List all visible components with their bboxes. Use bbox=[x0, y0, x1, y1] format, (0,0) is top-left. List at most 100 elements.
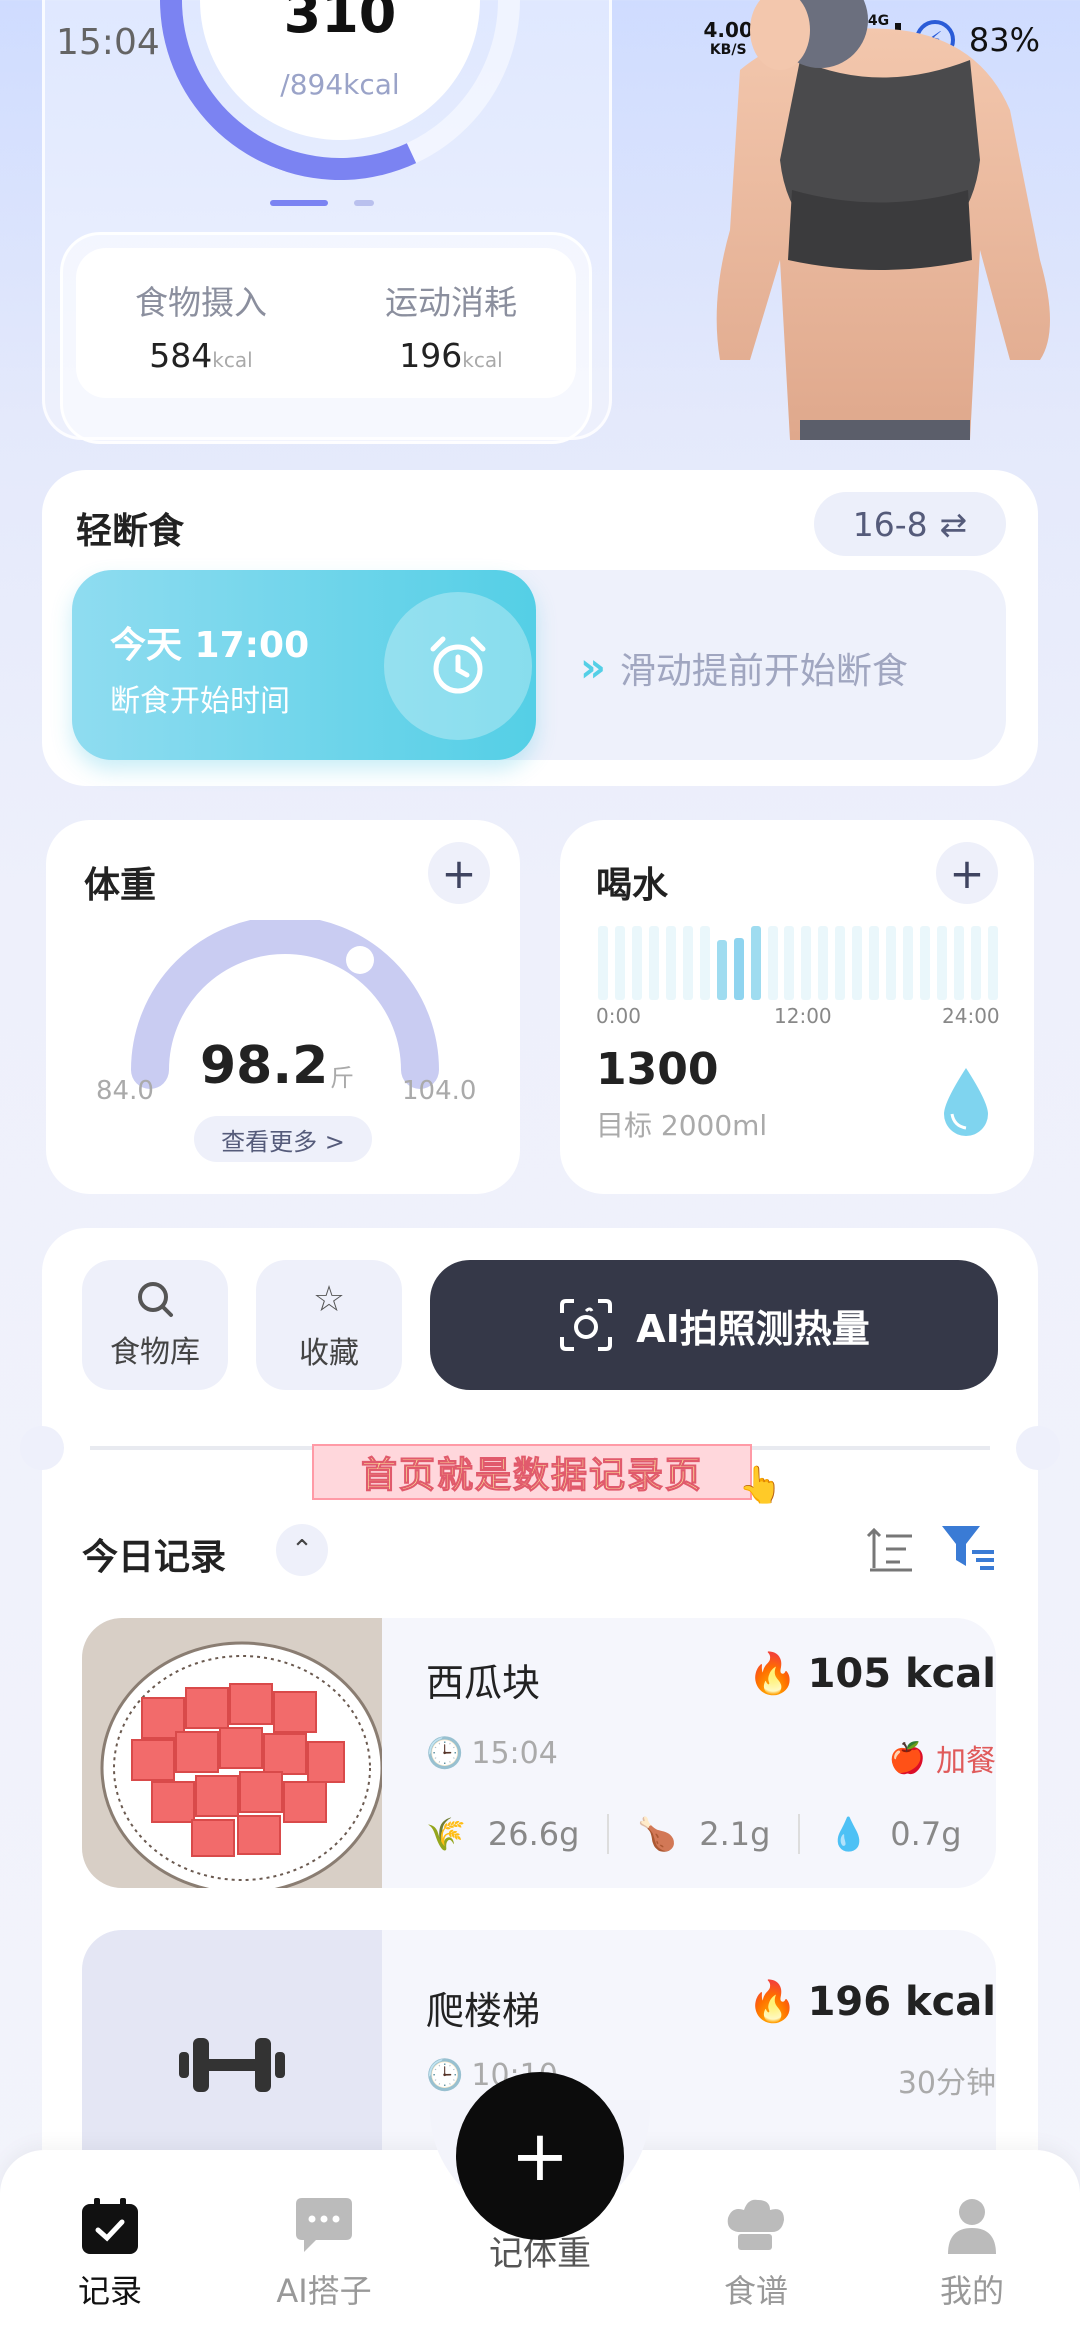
water-bar bbox=[970, 926, 981, 1000]
nav-ai-buddy[interactable]: AI搭子 bbox=[244, 2196, 404, 2312]
chat-bubble-icon bbox=[296, 2198, 352, 2252]
alarm-clock-icon bbox=[384, 592, 532, 740]
card-notch-right bbox=[1016, 1426, 1060, 1470]
view-more-button[interactable]: 查看更多 > bbox=[194, 1116, 372, 1162]
water-bar bbox=[665, 926, 676, 1000]
water-bar bbox=[886, 926, 897, 1000]
exercise-burn-unit: kcal bbox=[462, 348, 503, 372]
water-bar bbox=[818, 926, 829, 1000]
nav-recipes-label: 食谱 bbox=[723, 2272, 788, 2310]
water-axis-mid: 12:00 bbox=[774, 1004, 832, 1028]
exercise-record-kcal: 🔥 196 kcal bbox=[747, 1978, 996, 2026]
nav-recipes[interactable]: 食谱 bbox=[676, 2196, 836, 2312]
card-notch-left bbox=[20, 1426, 64, 1470]
water-bar bbox=[852, 926, 863, 1000]
food-intake-unit: kcal bbox=[212, 348, 253, 372]
water-intake-chart bbox=[598, 924, 998, 1000]
water-bar bbox=[784, 926, 795, 1000]
camera-scan-icon bbox=[560, 1299, 613, 1351]
collapse-button[interactable]: ⌃ bbox=[276, 1524, 328, 1576]
favorites-button[interactable]: ☆ 收藏 bbox=[256, 1260, 402, 1390]
food-library-button[interactable]: 食物库 bbox=[82, 1260, 228, 1390]
weight-unit: 斤 bbox=[330, 1064, 354, 1092]
water-drop-icon bbox=[944, 1068, 988, 1136]
weight-min: 84.0 bbox=[96, 1076, 154, 1106]
fasting-start-label: 断食开始时间 bbox=[110, 684, 290, 719]
ai-photo-calorie-button[interactable]: AI拍照测热量 bbox=[430, 1260, 998, 1390]
oil-drop-icon: 💧 bbox=[828, 1815, 869, 1853]
water-bar bbox=[716, 940, 727, 1000]
exercise-record-kcal-value: 196 kcal bbox=[807, 1978, 996, 2025]
add-water-button[interactable]: + bbox=[936, 842, 998, 904]
double-chevron-right-icon: » bbox=[580, 645, 606, 691]
exercise-record-name: 爬楼梯 bbox=[426, 1989, 541, 2033]
fat-value: 0.7g bbox=[890, 1815, 962, 1853]
search-refresh-icon bbox=[138, 1282, 173, 1317]
separator bbox=[607, 1814, 610, 1854]
nav-ai-buddy-label: AI搭子 bbox=[276, 2272, 372, 2310]
water-title: 喝水 bbox=[596, 865, 669, 906]
today-records-title: 今日记录 bbox=[82, 1537, 227, 1578]
fasting-mode-switch[interactable]: 16-8 ⇄ bbox=[814, 492, 1006, 556]
page-indicator bbox=[270, 200, 374, 206]
water-bar bbox=[699, 926, 710, 1000]
plus-icon: + bbox=[441, 848, 477, 898]
water-bar bbox=[987, 926, 998, 1000]
food-record-name: 西瓜块 bbox=[426, 1661, 541, 1705]
exercise-duration: 30分钟 bbox=[897, 2066, 996, 2101]
intake-stats: 食物摄入 584kcal 运动消耗 196kcal bbox=[76, 248, 576, 398]
filter-icon[interactable] bbox=[940, 1522, 996, 1574]
nav-mine[interactable]: 我的 bbox=[892, 2196, 1052, 2312]
food-intake-value: 584 bbox=[149, 336, 213, 375]
promo-banner: 首页就是数据记录页 bbox=[312, 1444, 752, 1500]
fasting-mode-label: 16-8 bbox=[852, 504, 928, 544]
clock-icon: 🕒 bbox=[426, 1736, 464, 1771]
wheat-icon: 🌾 bbox=[426, 1815, 466, 1853]
drumstick-icon: 🍗 bbox=[637, 1815, 678, 1853]
add-weight-button[interactable]: + bbox=[428, 842, 490, 904]
food-record-kcal-value: 105 kcal bbox=[807, 1650, 996, 1697]
add-record-button[interactable]: + bbox=[456, 2072, 624, 2240]
carbs: 🌾 26.6g bbox=[426, 1815, 579, 1853]
water-bar bbox=[682, 926, 693, 1000]
favorites-label: 收藏 bbox=[299, 1335, 359, 1371]
apple-icon: 🍎 bbox=[888, 1740, 926, 1776]
water-goal: 目标 2000ml bbox=[596, 1109, 768, 1142]
protein-value: 2.1g bbox=[699, 1815, 771, 1853]
fat: 💧 0.7g bbox=[828, 1815, 961, 1853]
meal-tag-label: 加餐 bbox=[936, 1744, 996, 1779]
water-axis-start: 0:00 bbox=[596, 1004, 641, 1028]
star-icon: ☆ bbox=[312, 1278, 346, 1320]
water-value: 1300 bbox=[596, 1044, 719, 1095]
water-bar bbox=[869, 926, 880, 1000]
clock-icon: 🕒 bbox=[426, 2058, 464, 2093]
water-bar bbox=[767, 926, 778, 1000]
food-intake-label: 食物摄入 bbox=[135, 283, 267, 322]
food-intake-stat: 食物摄入 584kcal bbox=[76, 248, 326, 398]
protein: 🍗 2.1g bbox=[637, 1815, 770, 1853]
person-icon bbox=[948, 2199, 996, 2254]
fasting-start-time: 今天 17:00 bbox=[110, 625, 310, 666]
food-library-label: 食物库 bbox=[110, 1335, 200, 1370]
nav-record-label: 记录 bbox=[77, 2272, 142, 2310]
sort-icon[interactable] bbox=[866, 1524, 916, 1574]
calendar-check-icon bbox=[82, 2198, 138, 2254]
avatar-figure bbox=[716, 0, 1050, 440]
flame-icon: 🔥 bbox=[747, 1979, 798, 2025]
flame-icon: 🔥 bbox=[747, 1651, 798, 1697]
plus-icon: + bbox=[949, 848, 985, 898]
food-record-kcal: 🔥 105 kcal bbox=[747, 1650, 996, 1698]
slide-hint: » 滑动提前开始断食 bbox=[580, 642, 908, 694]
chef-hat-icon bbox=[727, 2199, 784, 2250]
water-bar bbox=[937, 926, 948, 1000]
food-record-time: 🕒 15:04 bbox=[426, 1736, 558, 1771]
page-dot bbox=[354, 200, 374, 206]
chevron-up-icon: ⌃ bbox=[291, 1535, 313, 1565]
nav-record[interactable]: 记录 bbox=[30, 2196, 190, 2312]
macro-nutrients: 🌾 26.6g 🍗 2.1g 💧 0.7g bbox=[426, 1814, 962, 1854]
water-bar bbox=[733, 938, 744, 1000]
water-bar bbox=[598, 926, 608, 1000]
food-record-time-value: 15:04 bbox=[471, 1736, 558, 1771]
weight-value: 98.2 bbox=[200, 1036, 329, 1096]
separator bbox=[798, 1814, 801, 1854]
